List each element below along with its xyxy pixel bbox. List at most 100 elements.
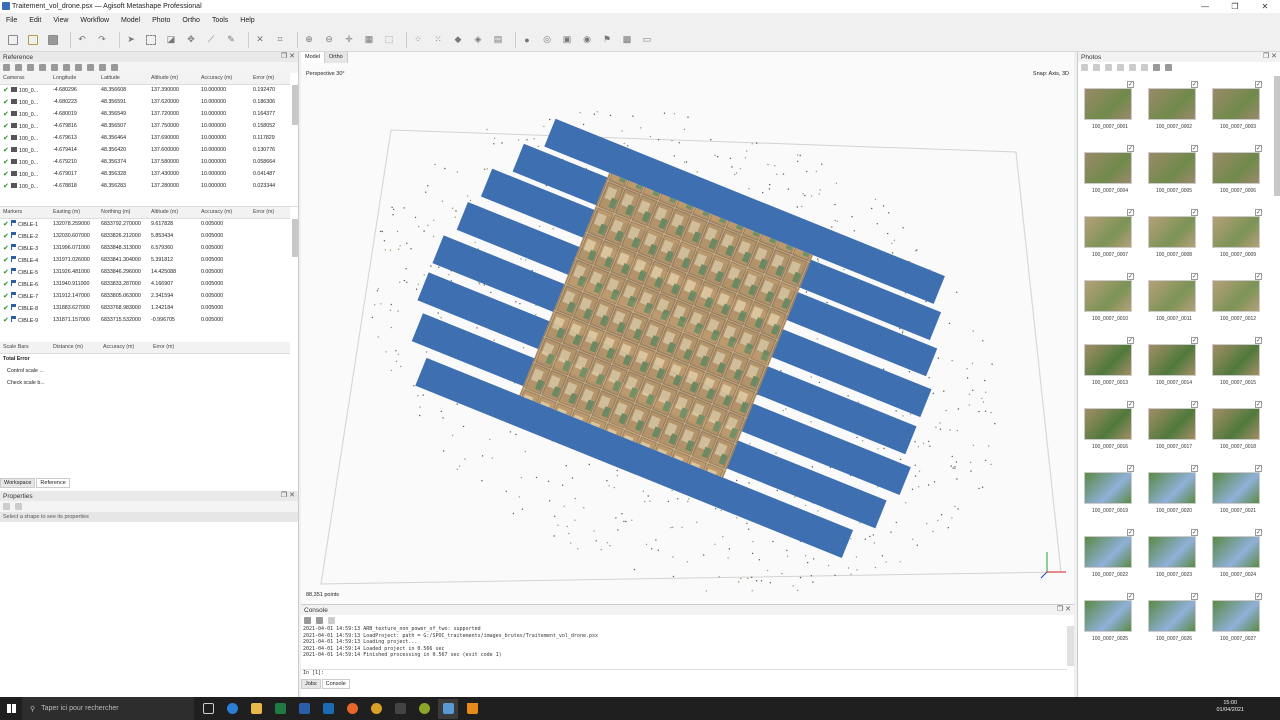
draw-polyline-icon[interactable]: ✎ [224, 33, 238, 47]
marker-row[interactable]: ✔ CIBLE-4 131971.026000 6833841.304000 5.391… [0, 254, 290, 266]
menu-view[interactable]: View [53, 17, 68, 24]
show-info-icon[interactable] [1153, 64, 1160, 71]
tab-jobs[interactable]: Jobs [301, 679, 321, 689]
photo-thumbnail[interactable]: ✓ 100_0007_0027 [1210, 590, 1266, 654]
show-cameras-icon[interactable]: ▦ [362, 33, 376, 47]
photo-thumbnail[interactable]: ✓ 100_0007_0025 [1082, 590, 1138, 654]
marker-row[interactable]: ✔ CIBLE-2 132030.607000 6833826.212000 5.853… [0, 230, 290, 242]
col-header[interactable]: Error (m) [150, 342, 290, 354]
checkbox-icon[interactable]: ✓ [1191, 529, 1198, 536]
col-header[interactable]: Longitude [50, 73, 98, 85]
reset-view-icon[interactable]: ✛ [342, 33, 356, 47]
tab-reference[interactable]: Reference [36, 478, 70, 488]
import-reference-icon[interactable] [3, 64, 10, 71]
checkbox-icon[interactable]: ✓ [1127, 529, 1134, 536]
windows-start-icon[interactable] [0, 697, 22, 720]
optimize-cameras-icon[interactable] [39, 64, 46, 71]
checkbox-icon[interactable]: ✓ [1191, 145, 1198, 152]
camera-row[interactable]: ✔ 100_0... -4.679210 48.356374 137.580000 10.… [0, 156, 290, 168]
update-icon[interactable] [63, 64, 70, 71]
marker-row[interactable]: ✔ CIBLE-9 131871.157000 6833715.532000 -0.99… [0, 314, 290, 326]
menu-model[interactable]: Model [121, 17, 140, 24]
remove-cameras-icon[interactable] [1105, 64, 1112, 71]
col-header[interactable]: Error (m) [250, 73, 290, 85]
col-header[interactable]: Distance (m) [50, 342, 100, 354]
metashape-taskbar-icon[interactable] [438, 698, 458, 719]
photo-thumbnail[interactable]: ✓ 100_0007_0024 [1210, 526, 1266, 590]
menu-workflow[interactable]: Workflow [80, 17, 109, 24]
open-project-icon[interactable] [26, 33, 40, 47]
crop-selection-icon[interactable]: ⌗ [273, 33, 287, 47]
zoom-in-icon[interactable]: ⊕ [302, 33, 316, 47]
new-project-icon[interactable] [6, 33, 20, 47]
marker-row[interactable]: ✔ CIBLE-5 131926.481000 6833846.296000 14.42… [0, 266, 290, 278]
show-labels-icon[interactable]: ▭ [640, 33, 654, 47]
qgis-icon[interactable] [414, 699, 434, 719]
checkbox-icon[interactable]: ✔ [3, 99, 9, 106]
camera-row[interactable]: ✔ 100_0... -4.680223 48.356591 137.620000 10.… [0, 96, 290, 108]
delete-selection-icon[interactable]: ✕ [253, 33, 267, 47]
capture-view-icon[interactable]: ▣ [560, 33, 574, 47]
save-project-icon[interactable] [46, 33, 60, 47]
enable-cameras-icon[interactable] [1081, 64, 1088, 71]
show-scale-bars-icon[interactable]: ▩ [620, 33, 634, 47]
model-scene[interactable] [301, 52, 1074, 604]
undo-icon[interactable]: ↶ [75, 33, 89, 47]
tab-console[interactable]: Console [321, 679, 350, 689]
checkbox-icon[interactable]: ✔ [3, 281, 9, 288]
view-source-icon[interactable] [75, 64, 82, 71]
checkbox-icon[interactable]: ✓ [1127, 465, 1134, 472]
panel-float-close-icon[interactable]: ❐ ✕ [281, 52, 295, 60]
chrome-icon[interactable] [366, 699, 386, 719]
panel-float-close-icon[interactable]: ❐ ✕ [281, 491, 295, 499]
checkbox-icon[interactable]: ✓ [1255, 273, 1262, 280]
checkbox-icon[interactable]: ✔ [3, 171, 9, 178]
convert-reference-icon[interactable] [27, 64, 34, 71]
taskbar-clock[interactable]: 15:00 01/04/2021 [1216, 700, 1244, 714]
photo-thumbnail[interactable]: ✓ 100_0007_0012 [1210, 270, 1266, 334]
col-header[interactable]: Error (m) [250, 207, 290, 219]
tab-workspace[interactable]: Workspace [0, 478, 36, 488]
camera-row[interactable]: ✔ 100_0... -4.679816 48.356507 137.750000 10.… [0, 120, 290, 132]
ruler-icon[interactable]: ⟋ [204, 33, 218, 47]
photo-thumbnail[interactable]: ✓ 100_0007_0015 [1210, 334, 1266, 398]
rotate-right-icon[interactable] [1129, 64, 1136, 71]
col-header[interactable]: Altitude (m) [148, 207, 198, 219]
camera-row[interactable]: ✔ 100_0... -4.680019 48.356549 137.720000 10.… [0, 108, 290, 120]
show-shapes-icon[interactable]: ⚑ [600, 33, 614, 47]
col-header[interactable]: Easting (m) [50, 207, 98, 219]
checkbox-icon[interactable]: ✔ [3, 269, 9, 276]
settings-star-icon[interactable] [51, 64, 58, 71]
checkbox-icon[interactable]: ✓ [1127, 401, 1134, 408]
view-mode-icon[interactable] [1165, 64, 1172, 71]
free-form-selection-icon[interactable]: ◪ [164, 33, 178, 47]
cameras-scrollbar[interactable] [292, 85, 298, 125]
photo-thumbnail[interactable]: ✓ 100_0007_0020 [1146, 462, 1202, 526]
checkbox-icon[interactable]: ✓ [1191, 81, 1198, 88]
col-header[interactable]: Cameras [0, 73, 50, 85]
checkbox-icon[interactable]: ✔ [3, 305, 9, 312]
checkbox-icon[interactable]: ✔ [3, 87, 9, 94]
properties-reset-icon[interactable] [15, 503, 22, 510]
show-texture-icon[interactable]: ◈ [471, 33, 485, 47]
console-scrollbar[interactable] [1067, 626, 1074, 666]
menu-tools[interactable]: Tools [212, 17, 228, 24]
menu-photo[interactable]: Photo [152, 17, 170, 24]
photo-thumbnail[interactable]: ✓ 100_0007_0008 [1146, 206, 1202, 270]
col-header[interactable]: Accuracy (m) [198, 207, 250, 219]
show-model-icon[interactable]: ◆ [451, 33, 465, 47]
reference-settings-icon[interactable] [111, 64, 118, 71]
checkbox-icon[interactable]: ✓ [1255, 593, 1262, 600]
firefox-icon[interactable] [342, 699, 362, 719]
show-dense-cloud-icon[interactable]: ⁙ [431, 33, 445, 47]
move-region-icon[interactable]: ✥ [184, 33, 198, 47]
camera-row[interactable]: ✔ 100_0... -4.679613 48.356464 137.690000 10.… [0, 132, 290, 144]
checkbox-icon[interactable]: ✔ [3, 147, 9, 154]
show-tiled-model-icon[interactable]: ▤ [491, 33, 505, 47]
show-point-cloud-icon[interactable]: ⁘ [411, 33, 425, 47]
maximize-button[interactable]: ❐ [1220, 0, 1250, 13]
col-header[interactable]: Altitude (m) [148, 73, 198, 85]
photo-thumbnail[interactable]: ✓ 100_0007_0017 [1146, 398, 1202, 462]
marker-row[interactable]: ✔ CIBLE-6 131940.911000 6833833.287000 4.166… [0, 278, 290, 290]
checkbox-icon[interactable]: ✓ [1191, 401, 1198, 408]
